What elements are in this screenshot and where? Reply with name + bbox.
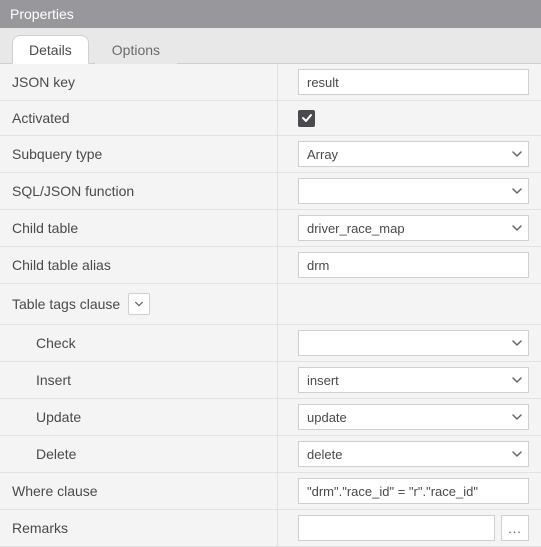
label-remarks: Remarks [0, 510, 278, 546]
label-child-table-alias: Child table alias [0, 247, 278, 283]
label-delete: Delete [0, 436, 278, 472]
properties-form: JSON key Activated Subquery type SQL/JSO… [0, 64, 541, 547]
row-table-tags-clause: Table tags clause [0, 284, 541, 325]
tabs: Details Options [0, 28, 541, 64]
subquery-type-select[interactable] [298, 141, 529, 167]
row-subquery-type: Subquery type [0, 136, 541, 173]
insert-select[interactable] [298, 367, 529, 393]
label-json-key: JSON key [0, 64, 278, 100]
row-remarks: Remarks ... [0, 510, 541, 547]
remarks-more-button[interactable]: ... [501, 515, 529, 541]
tab-details[interactable]: Details [12, 35, 89, 64]
panel-title: Properties [0, 0, 541, 28]
child-table-select[interactable] [298, 215, 529, 241]
update-select[interactable] [298, 404, 529, 430]
json-key-input[interactable] [298, 69, 529, 95]
table-tags-expand-button[interactable] [128, 293, 150, 315]
row-delete: Delete [0, 436, 541, 473]
label-check: Check [0, 325, 278, 361]
table-tags-clause-text: Table tags clause [12, 296, 120, 312]
row-check: Check [0, 325, 541, 362]
label-child-table: Child table [0, 210, 278, 246]
where-clause-input[interactable] [298, 478, 529, 504]
row-activated: Activated [0, 101, 541, 136]
activated-checkbox[interactable] [298, 110, 315, 127]
row-sql-json-function: SQL/JSON function [0, 173, 541, 210]
label-update: Update [0, 399, 278, 435]
row-json-key: JSON key [0, 64, 541, 101]
delete-select[interactable] [298, 441, 529, 467]
row-update: Update [0, 399, 541, 436]
label-activated: Activated [0, 101, 278, 135]
label-table-tags-clause: Table tags clause [0, 284, 278, 324]
child-table-alias-input[interactable] [298, 252, 529, 278]
remarks-input[interactable] [298, 515, 495, 541]
row-child-table-alias: Child table alias [0, 247, 541, 284]
label-insert: Insert [0, 362, 278, 398]
chevron-down-icon [134, 299, 144, 309]
sql-json-function-select[interactable] [298, 178, 529, 204]
check-select[interactable] [298, 330, 529, 356]
row-child-table: Child table [0, 210, 541, 247]
label-sql-json-function: SQL/JSON function [0, 173, 278, 209]
label-where-clause: Where clause [0, 473, 278, 509]
tab-options[interactable]: Options [95, 35, 177, 64]
row-where-clause: Where clause [0, 473, 541, 510]
row-insert: Insert [0, 362, 541, 399]
label-subquery-type: Subquery type [0, 136, 278, 172]
check-icon [301, 112, 313, 124]
